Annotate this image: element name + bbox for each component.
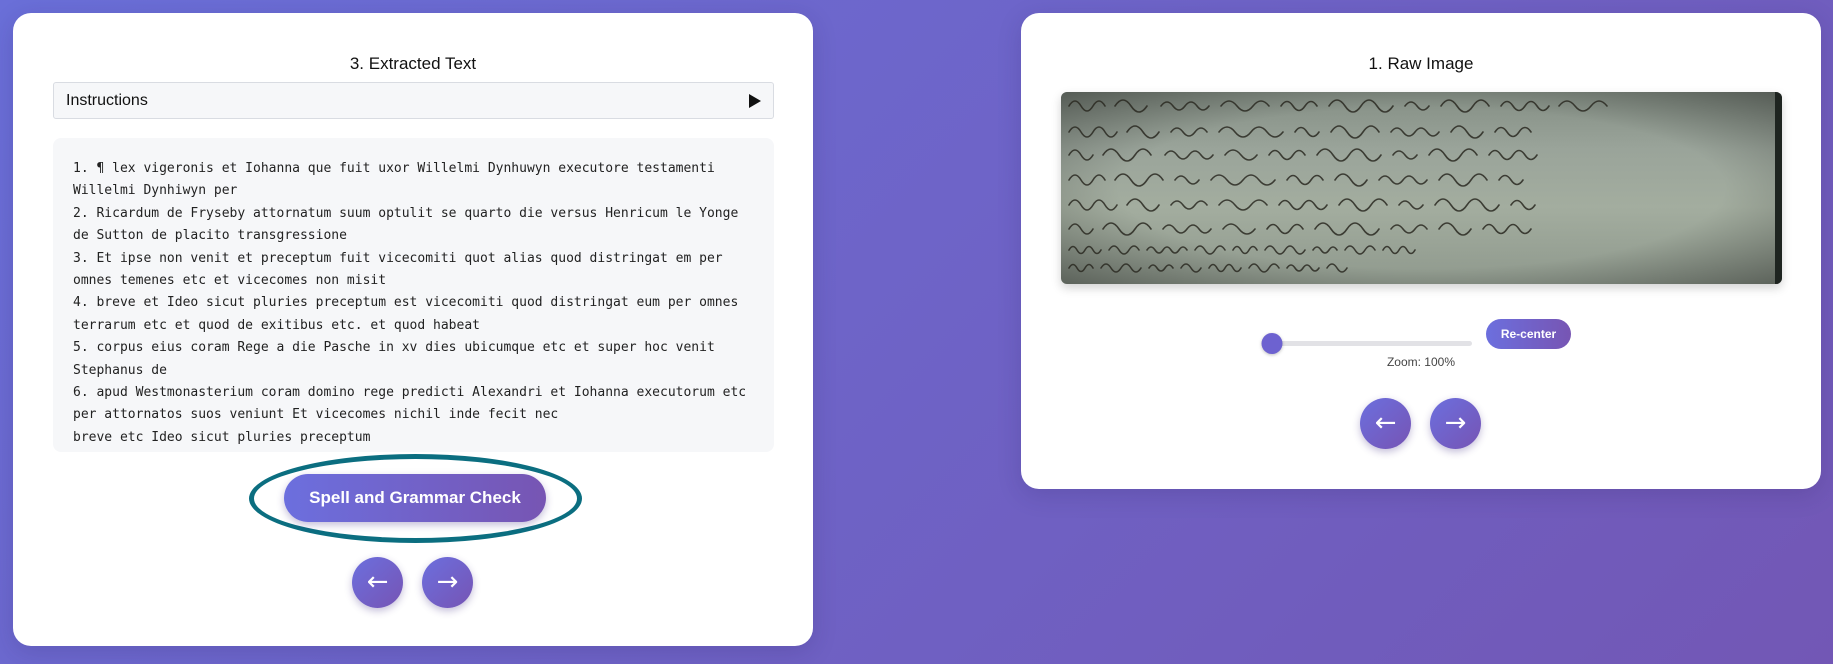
- extracted-text-line: 2. Ricardum de Fryseby attornatum suum o…: [73, 205, 739, 244]
- prev-page-button[interactable]: ←: [352, 557, 403, 608]
- spell-check-highlight: Spell and Grammar Check: [249, 454, 582, 543]
- next-page-button[interactable]: →: [422, 557, 473, 608]
- manuscript-handwriting: [1061, 92, 1782, 284]
- prev-image-button[interactable]: ←: [1360, 398, 1411, 449]
- extracted-text-line: 1. ¶ lex vigeronis et Iohanna que fuit u…: [73, 161, 715, 199]
- extracted-text-line: 5. corpus eius coram Rege a die Pasche i…: [73, 340, 715, 378]
- expand-triangle-icon: [749, 93, 761, 108]
- instructions-toggle[interactable]: Instructions: [53, 82, 774, 119]
- next-image-button[interactable]: →: [1430, 398, 1481, 449]
- extracted-text-line: breve etc Ideo sicut pluries preceptum: [73, 429, 371, 445]
- extracted-text-line: 4. breve et Ideo sicut pluries preceptum…: [73, 295, 739, 333]
- spell-grammar-check-button[interactable]: Spell and Grammar Check: [284, 474, 546, 522]
- instructions-label: Instructions: [66, 91, 148, 109]
- raw-image-title: 1. Raw Image: [1368, 54, 1474, 73]
- zoom-slider-thumb[interactable]: [1261, 333, 1283, 354]
- extracted-text-line: 6. apud Westmonasterium coram domino reg…: [73, 385, 747, 423]
- manuscript-image[interactable]: [1061, 92, 1782, 284]
- extracted-text-box[interactable]: 1. ¶ lex vigeronis et Iohanna que fuit u…: [53, 138, 774, 452]
- zoom-level-label: Zoom: 100%: [1386, 355, 1456, 369]
- extracted-text-panel: 3. Extracted Text Instructions 1. ¶ lex …: [13, 13, 813, 646]
- raw-image-panel: 1. Raw Image Re-center Zoom: 100% ← →: [1021, 13, 1821, 489]
- extracted-text-line: 3. Et ipse non venit et preceptum fuit v…: [73, 250, 723, 289]
- extracted-text-title: 3. Extracted Text: [349, 54, 477, 73]
- zoom-slider-track: [1272, 341, 1472, 346]
- zoom-slider[interactable]: [1261, 333, 1472, 355]
- recenter-button[interactable]: Re-center: [1486, 319, 1571, 349]
